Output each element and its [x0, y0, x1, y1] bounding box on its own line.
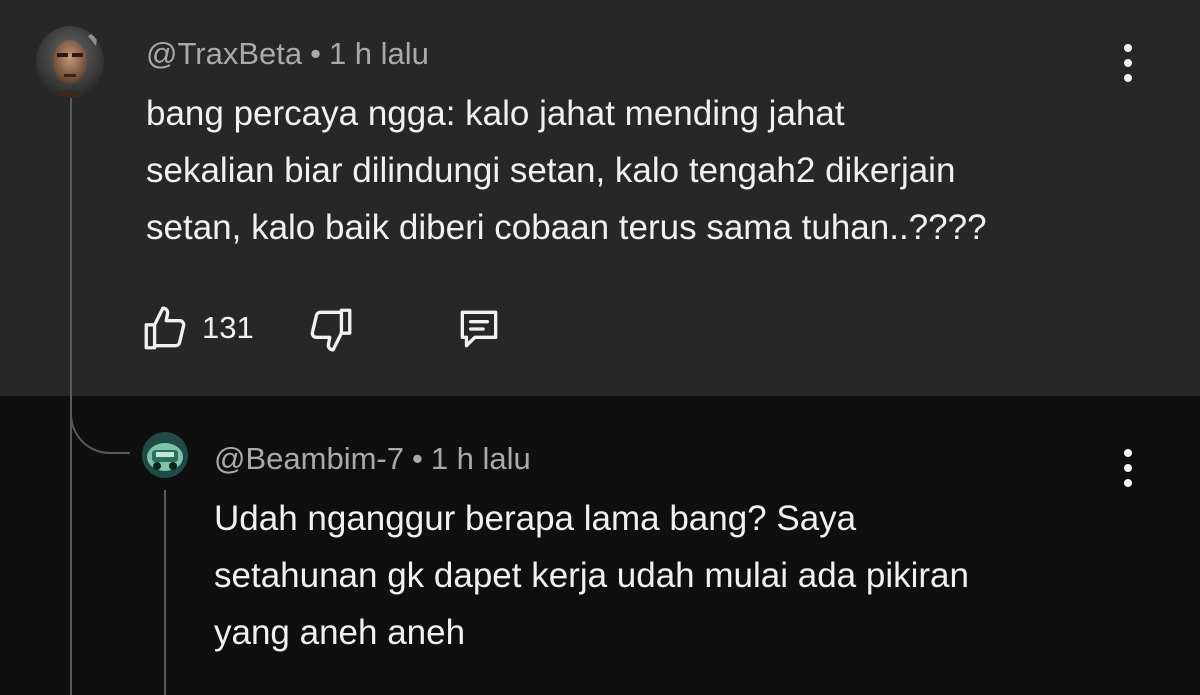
- avatar-image: [36, 26, 104, 98]
- reply-button[interactable]: [446, 300, 516, 356]
- comment-text-line: bang percaya ngga: kalo jahat mending ja…: [146, 94, 845, 133]
- thread-connector: [70, 396, 130, 454]
- reply-text-line: yang aneh aneh: [214, 613, 466, 652]
- reply-timestamp[interactable]: 1 h lalu: [431, 441, 531, 476]
- reply-thread-line: [164, 490, 166, 695]
- reply-meta: @Beambim-7 • 1 h lalu: [214, 441, 531, 477]
- comment-username[interactable]: @TraxBeta: [146, 36, 302, 71]
- avatar-traxbeta[interactable]: [36, 26, 104, 98]
- reply-text-line: Udah nganggur berapa lama bang? Saya: [214, 499, 857, 538]
- meta-separator: •: [411, 441, 423, 476]
- avatar-beambim-7[interactable]: [142, 432, 188, 478]
- comment-text-line: setan, kalo baik diberi cobaan terus sam…: [146, 208, 987, 247]
- reply-text-line: setahunan gk dapet kerja udah mulai ada …: [214, 556, 969, 595]
- thumbs-down-icon: [310, 308, 352, 352]
- thumbs-up-icon: [144, 306, 186, 350]
- comment-meta: @TraxBeta • 1 h lalu: [146, 36, 429, 72]
- dislike-button[interactable]: [298, 300, 368, 356]
- reply-text: Udah nganggur berapa lama bang? Saya set…: [214, 490, 1114, 661]
- comment-timestamp[interactable]: 1 h lalu: [329, 36, 429, 71]
- comment-text-line: sekalian biar dilindungi setan, kalo ten…: [146, 151, 956, 190]
- like-button[interactable]: 131: [140, 300, 260, 356]
- comment-text: bang percaya ngga: kalo jahat mending ja…: [146, 85, 1146, 256]
- like-count: 131: [202, 310, 254, 345]
- reply-username[interactable]: @Beambim-7: [214, 441, 404, 476]
- more-vertical-icon[interactable]: [1118, 44, 1138, 82]
- avatar-image: [142, 432, 188, 478]
- comment-reply-icon: [460, 310, 498, 348]
- meta-separator: •: [310, 36, 321, 71]
- more-vertical-icon[interactable]: [1118, 449, 1138, 487]
